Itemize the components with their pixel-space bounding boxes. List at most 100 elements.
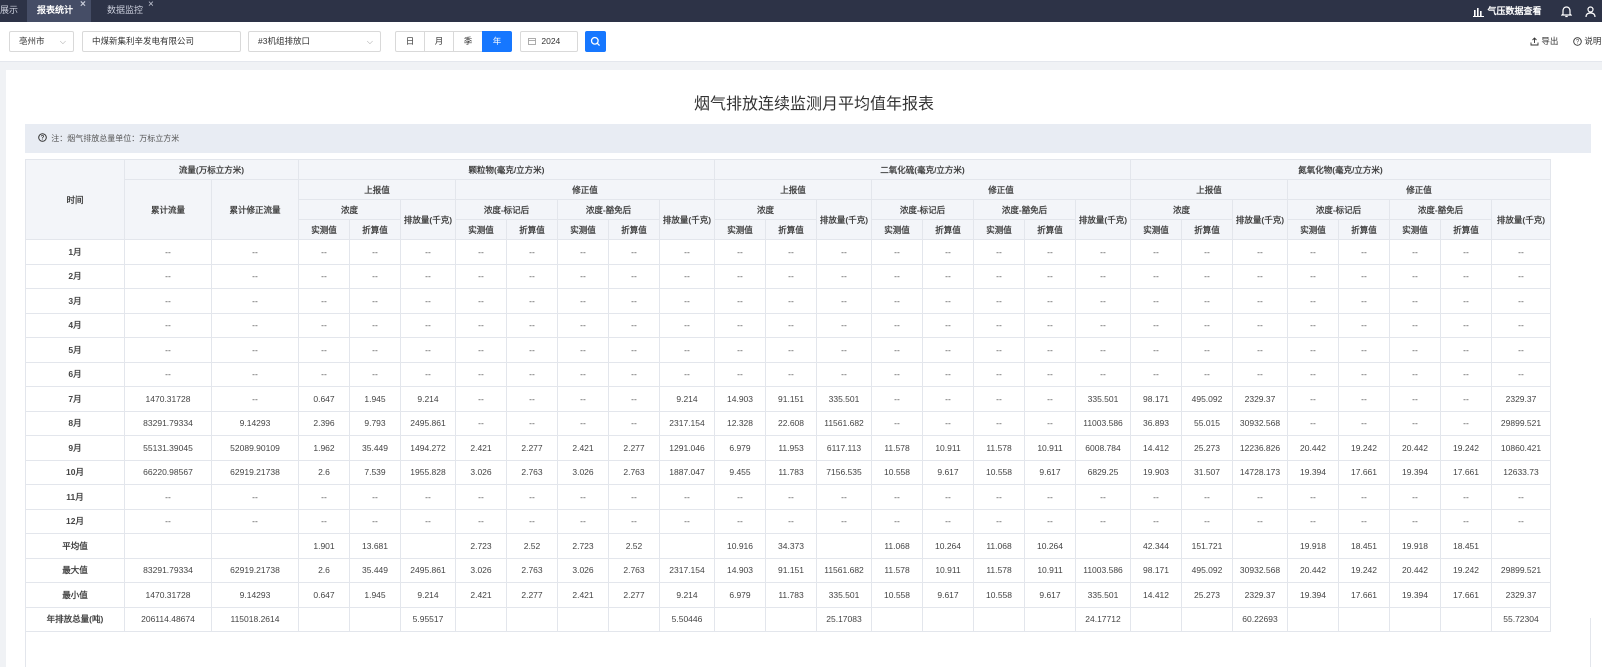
table-cell: 2.421 [557,435,609,461]
table-cell: 19.242 [1338,435,1390,461]
table-cell: -- [1440,410,1492,436]
table-row: 10月 66220.98567 62919.21738 2.6 7.539 1955.82… [25,459,1551,485]
table-cell: 2.277 [506,582,558,608]
tab-data-monitor[interactable]: 数据监控 × [99,0,161,22]
user-icon[interactable] [1585,0,1596,22]
outlet-select[interactable]: #3机组排放口 ⌵ [248,31,381,52]
table-cell: 9.617 [922,582,974,608]
table-cell: 12236.826 [1232,435,1288,461]
table-cell: 91.151 [765,386,817,412]
table-cell: -- [871,508,923,534]
period-year-button[interactable]: 年 [482,31,512,52]
table-cell: 19.918 [1389,533,1441,559]
report-title: 烟气排放连续监测月平均值年报表 [693,96,934,113]
table-cell: 10.558 [871,582,923,608]
table-row: 1月 -- -- -- -- -- -- -- -- -- -- -- -- -- -- -- -- -- -- --… [25,239,1551,265]
table-cell: -- [1130,263,1182,289]
table-cell: -- [1130,337,1182,363]
table-cell: 9.617 [922,459,974,485]
table-cell: -- [765,263,817,289]
table-cell: -- [557,508,609,534]
table-cell: -- [659,263,715,289]
table-cell: 83291.79334 [124,410,212,436]
table-cell: 14.903 [714,386,766,412]
table-cell: -- [298,239,350,265]
table-cell: -- [1130,288,1182,314]
table-cell: -- [765,288,817,314]
table-cell: 9.14293 [211,582,299,608]
table-cell: -- [506,508,558,534]
table-cell: 1887.047 [659,459,715,485]
table-cell: 9.214 [659,582,715,608]
table-cell: 11003.586 [1075,410,1131,436]
help-button[interactable]: ? 说明 [1573,35,1601,47]
period-month-button[interactable]: 月 [424,31,454,52]
table-cell: -- [922,484,974,510]
table-cell: 17.661 [1440,459,1492,485]
table-cell: -- [400,361,456,387]
table-cell: -- [973,239,1025,265]
row-label: 7月 [25,386,125,412]
table-cell: -- [922,410,974,436]
table-cell: 335.501 [1075,386,1131,412]
table-cell: 10.911 [922,557,974,583]
notification-bell-icon[interactable] [1561,0,1572,22]
table-cell: -- [124,288,212,314]
table-cell: -- [1389,288,1441,314]
table-cell: -- [1440,361,1492,387]
header-measured: 实测值 [298,219,350,240]
table-cell: -- [1338,386,1390,412]
table-cell: -- [973,508,1025,534]
period-quarter-button[interactable]: 季 [453,31,483,52]
table-cell: -- [1491,288,1551,314]
table-cell: 22.608 [765,410,817,436]
table-cell: -- [1024,410,1076,436]
table-cell: 9.617 [1024,582,1076,608]
header-conc-exempt: 浓度-豁免后 [557,199,660,220]
help-label: 说明 [1584,36,1602,46]
table-cell: -- [1024,312,1076,338]
header-corrected: 修正值 [455,179,715,200]
table-cell: -- [1440,263,1492,289]
table-cell: 14.412 [1130,582,1182,608]
table-cell: 11.068 [973,533,1025,559]
city-select[interactable]: 亳州市 ⌵ [9,31,74,52]
close-icon[interactable]: × [80,0,86,15]
export-button[interactable]: 导出 [1530,35,1558,47]
table-cell: -- [871,288,923,314]
table-cell: 3.026 [455,459,507,485]
unit-note-text: 注：烟气排放总量单位：万标立方米 [51,134,180,143]
outlet-value: #3机组排放口 [258,36,310,46]
year-picker[interactable]: 2024 [520,31,578,52]
table-cell: -- [608,410,660,436]
year-value: 2024 [541,36,561,46]
tab-display[interactable]: 展示 [0,0,26,22]
tab-report-stats[interactable]: 报表统计 × [27,0,91,22]
header-reported: 上报值 [714,179,872,200]
table-cell: -- [922,361,974,387]
table-cell: -- [659,288,715,314]
table-cell: -- [1491,263,1551,289]
search-button[interactable] [585,31,606,52]
table-cell: 2.277 [506,435,558,461]
table-cell: -- [816,288,872,314]
tab-label: 展示 [0,5,19,15]
table-cell: -- [1181,361,1233,387]
table-cell: -- [922,312,974,338]
pressure-data-button[interactable]: 气压数据查看 [1473,0,1542,22]
table-cell: 11.578 [871,435,923,461]
header-converted: 折算值 [506,219,558,240]
table-cell: -- [1389,508,1441,534]
table-cell: 1470.31728 [124,582,212,608]
close-icon[interactable]: × [148,0,154,15]
table-cell: -- [1024,337,1076,363]
table-cell: 11.783 [765,582,817,608]
table-cell: -- [455,410,507,436]
table-row: 5月 -- -- -- -- -- -- -- -- -- -- -- -- -- -- -- -- -- -- --… [25,337,1551,363]
table-row: 4月 -- -- -- -- -- -- -- -- -- -- -- -- -- -- -- -- -- -- --… [25,312,1551,338]
period-day-button[interactable]: 日 [395,31,425,52]
header-converted: 折算值 [922,219,974,240]
table-cell: -- [455,508,507,534]
company-field[interactable]: 中煤新集利辛发电有限公司 [82,31,241,52]
unit-note: ? 注：烟气排放总量单位：万标立方米 [25,124,1591,153]
